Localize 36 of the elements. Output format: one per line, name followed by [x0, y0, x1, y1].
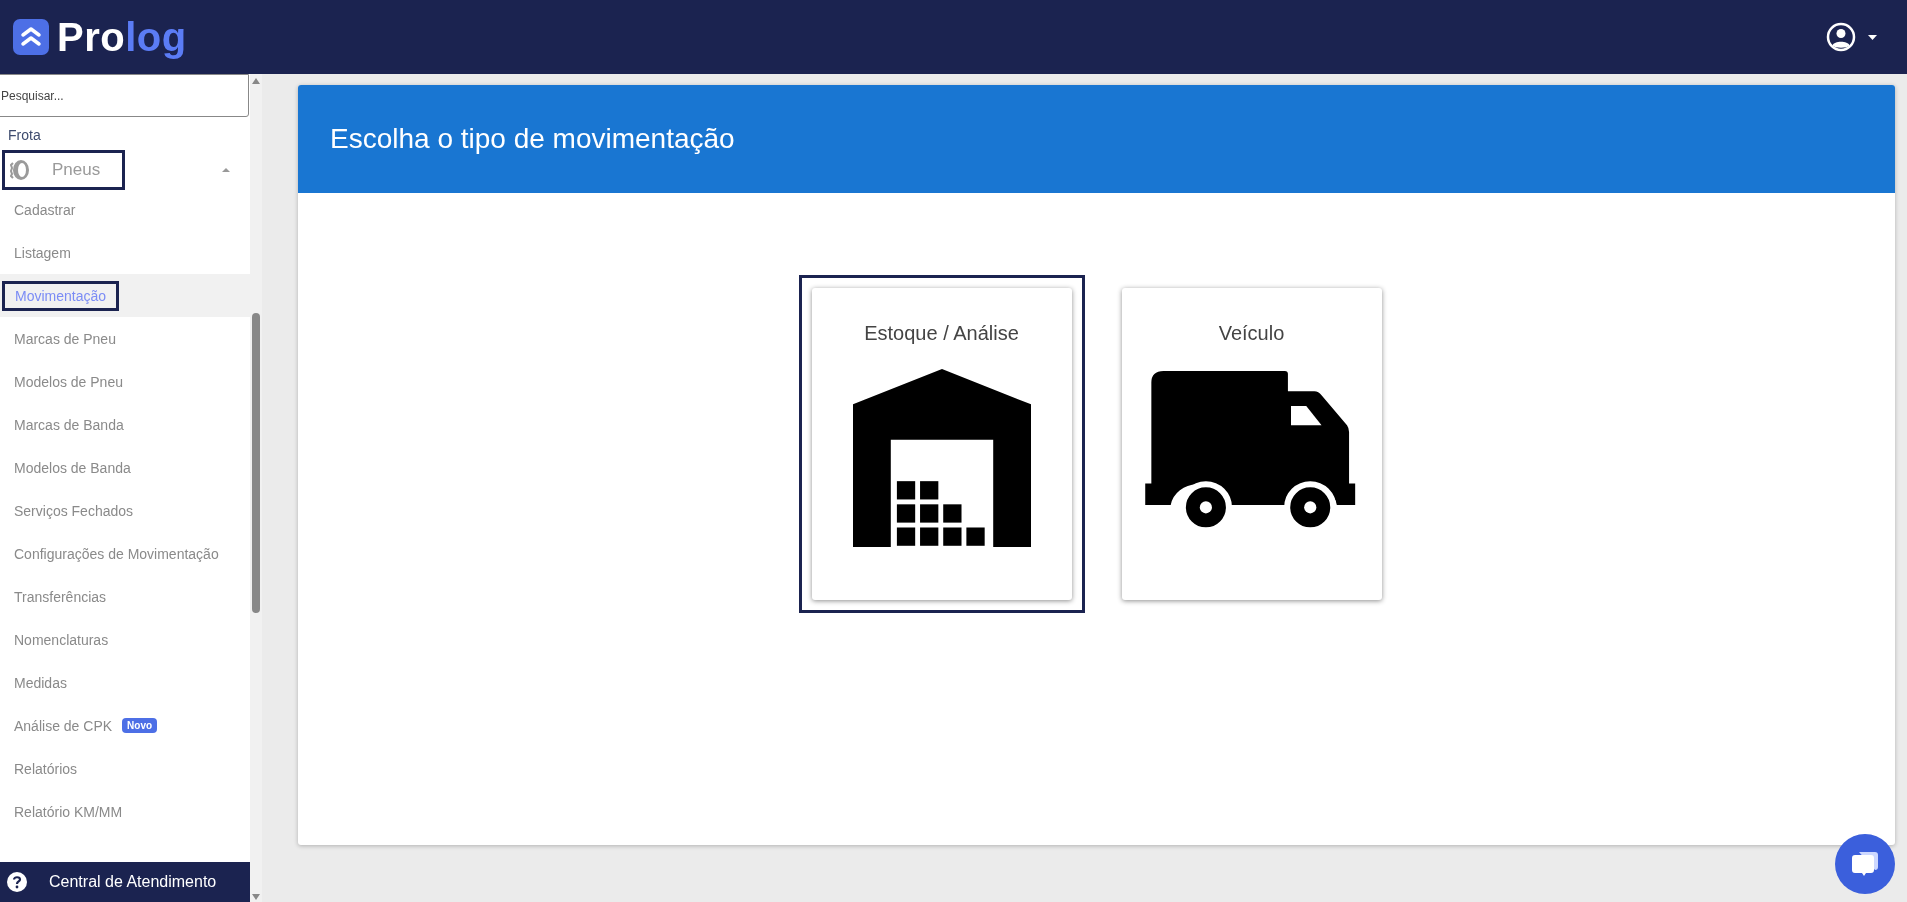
help-center-button[interactable]: Central de Atendimento — [0, 862, 250, 902]
menu-item[interactable]: Marcas de Banda — [14, 416, 124, 433]
menu-item[interactable]: Serviços Fechados — [14, 502, 134, 519]
user-avatar-icon[interactable] — [1826, 22, 1856, 52]
menu-item[interactable]: Marcas de Pneu — [14, 330, 116, 347]
scroll-down-icon[interactable] — [252, 894, 260, 900]
menu-item[interactable]: Cadastrar — [14, 201, 76, 218]
logo-icon — [13, 19, 49, 55]
option-label: Veículo — [1218, 322, 1285, 345]
menu-item[interactable]: Nomenclaturas — [14, 631, 109, 648]
panel-title: Escolha o tipo de movimentação — [330, 123, 735, 155]
tire-icon — [10, 159, 30, 181]
menu-item[interactable]: Medidas — [14, 674, 67, 691]
caret-down-icon[interactable] — [1868, 34, 1877, 40]
scroll-up-icon[interactable] — [252, 78, 260, 84]
menu-group[interactable]: Pneus — [2, 150, 126, 190]
menu-item[interactable]: Modelos de Pneu — [14, 373, 123, 390]
menu-item[interactable]: Análise de CPK — [14, 717, 113, 734]
option-card[interactable]: Estoque / Análise — [798, 275, 1085, 613]
menu-item[interactable]: Configurações de Movimentação — [14, 545, 219, 562]
menu-item[interactable]: Movimentação — [2, 280, 120, 311]
menu-item[interactable]: Relatórios — [14, 760, 78, 777]
scrollbar-track[interactable] — [250, 74, 262, 902]
menu-item[interactable]: Modelos de Banda — [14, 459, 131, 476]
search-field[interactable]: Pesquisar... — [0, 74, 249, 117]
caret-up-icon[interactable] — [222, 168, 230, 172]
scrollbar-thumb[interactable] — [252, 313, 260, 613]
section-label: Frota — [8, 126, 41, 143]
menu-item[interactable]: Listagem — [14, 244, 71, 261]
new-badge: Novo — [122, 718, 158, 733]
help-icon — [7, 872, 27, 892]
menu-item[interactable]: Relatório KM/MM — [14, 803, 123, 820]
logo-wordmark: Prolog — [57, 14, 187, 60]
warehouse-icon — [852, 369, 1031, 547]
option-label: Estoque / Análise — [864, 322, 1019, 345]
menu-item[interactable]: Transferências — [14, 588, 107, 605]
